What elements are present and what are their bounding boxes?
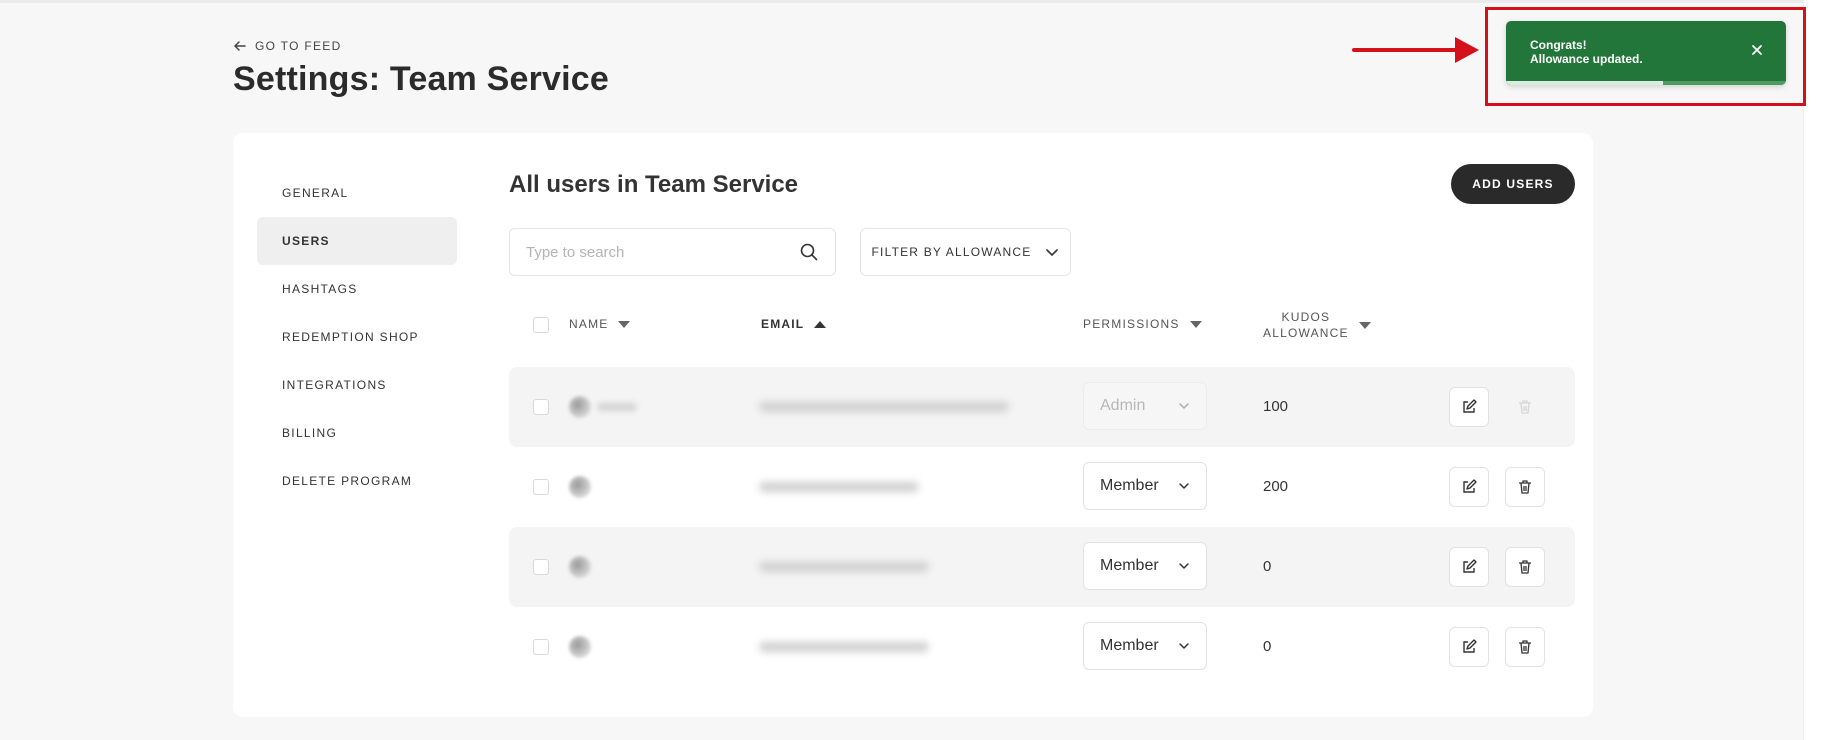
table-row: Member 200: [509, 447, 1575, 527]
edit-icon: [1463, 639, 1477, 653]
sidebar-item-integrations[interactable]: INTEGRATIONS: [257, 361, 457, 409]
column-permissions-label: PERMISSIONS: [1083, 317, 1180, 331]
sort-down-icon: [618, 320, 631, 328]
trash-icon: [1519, 560, 1531, 574]
column-kudos-label: KUDOS ALLOWANCE: [1263, 309, 1349, 341]
edit-button[interactable]: [1449, 467, 1489, 507]
row-checkbox[interactable]: [533, 399, 549, 415]
permission-value: Member: [1100, 557, 1159, 574]
avatar: [569, 636, 591, 658]
row-checkbox[interactable]: [533, 559, 549, 575]
edit-button[interactable]: [1449, 387, 1489, 427]
sidebar-item-delete-program[interactable]: DELETE PROGRAM: [257, 457, 457, 505]
permission-select[interactable]: Member: [1083, 622, 1207, 670]
column-header-kudos-allowance[interactable]: KUDOS ALLOWANCE: [1263, 309, 1371, 341]
chevron-down-icon: [1179, 563, 1189, 569]
permission-select[interactable]: Member: [1083, 542, 1207, 590]
edit-icon: [1463, 559, 1477, 573]
sidebar-item-hashtags[interactable]: HASHTAGS: [257, 265, 457, 313]
user-email-blurred: [759, 562, 929, 572]
sidebar-item-general[interactable]: GENERAL: [257, 169, 457, 217]
search-box[interactable]: [509, 228, 836, 276]
search-icon[interactable]: [799, 242, 819, 262]
filter-by-allowance-dropdown[interactable]: FILTER BY ALLOWANCE: [860, 228, 1071, 276]
go-to-feed-label: GO TO FEED: [255, 39, 342, 53]
chevron-down-icon: [1046, 249, 1059, 256]
table-row: Member 0: [509, 607, 1575, 687]
allowance-value: 0: [1263, 558, 1272, 575]
column-header-name[interactable]: NAME: [569, 317, 631, 331]
select-all-checkbox[interactable]: [533, 317, 549, 333]
kudos-line-2: ALLOWANCE: [1263, 326, 1349, 340]
delete-button[interactable]: [1505, 547, 1545, 587]
close-icon[interactable]: [1750, 43, 1764, 57]
permission-value: Admin: [1100, 397, 1146, 414]
table-row: Admin 100: [509, 367, 1575, 447]
user-email-blurred: [759, 642, 929, 652]
edit-icon: [1463, 479, 1477, 493]
delete-button[interactable]: [1505, 467, 1545, 507]
toast-progress-bar: [1506, 81, 1663, 85]
users-section-title: All users in Team Service: [509, 171, 799, 198]
column-header-email[interactable]: EMAIL: [761, 317, 827, 331]
sidebar-item-billing[interactable]: BILLING: [257, 409, 457, 457]
trash-icon: [1519, 480, 1531, 494]
trash-icon: [1519, 400, 1531, 414]
arrow-left-icon: [234, 41, 246, 51]
permission-value: Member: [1100, 477, 1159, 494]
search-input[interactable]: [526, 243, 799, 261]
sidebar-item-redemption-shop[interactable]: REDEMPTION SHOP: [257, 313, 457, 361]
row-checkbox[interactable]: [533, 479, 549, 495]
top-strip: [0, 0, 1843, 3]
settings-sidebar: GENERAL USERS HASHTAGS REDEMPTION SHOP I…: [257, 169, 457, 505]
user-name-blurred: [597, 403, 637, 411]
allowance-value: 0: [1263, 638, 1272, 655]
chevron-down-icon: [1179, 403, 1189, 409]
delete-button[interactable]: [1505, 627, 1545, 667]
permission-select[interactable]: Admin: [1083, 382, 1207, 430]
column-email-label: EMAIL: [761, 317, 805, 331]
permission-select[interactable]: Member: [1083, 462, 1207, 510]
page-title: Settings: Team Service: [233, 60, 610, 98]
allowance-value: 100: [1263, 398, 1289, 415]
user-email-blurred: [759, 482, 919, 492]
table-header: NAME EMAIL PERMISSIONS KUDOS ALLOWANCE: [509, 301, 1575, 349]
kudos-line-1: KUDOS: [1281, 310, 1331, 324]
row-checkbox[interactable]: [533, 639, 549, 655]
settings-card: GENERAL USERS HASHTAGS REDEMPTION SHOP I…: [233, 133, 1593, 717]
trash-icon: [1519, 640, 1531, 654]
column-header-permissions[interactable]: PERMISSIONS: [1083, 317, 1202, 331]
annotation-arrow-head: [1455, 37, 1479, 63]
sort-down-icon: [1189, 320, 1202, 328]
toast-title: Congrats!: [1530, 38, 1587, 52]
go-to-feed-link[interactable]: GO TO FEED: [233, 39, 342, 53]
avatar: [569, 476, 591, 498]
sort-up-icon: [814, 320, 827, 328]
column-name-label: NAME: [569, 317, 609, 331]
chevron-down-icon: [1179, 483, 1189, 489]
chevron-down-icon: [1179, 643, 1189, 649]
sort-down-icon: [1358, 321, 1371, 329]
permission-value: Member: [1100, 637, 1159, 654]
success-toast: Congrats! Allowance updated.: [1506, 21, 1786, 85]
add-users-button[interactable]: ADD USERS: [1451, 164, 1575, 204]
delete-button-disabled: [1505, 387, 1545, 427]
avatar: [569, 396, 591, 418]
sidebar-item-users[interactable]: USERS: [257, 217, 457, 265]
users-panel: All users in Team Service ADD USERS FILT…: [509, 133, 1575, 717]
avatar: [569, 556, 591, 578]
allowance-value: 200: [1263, 478, 1289, 495]
edit-button[interactable]: [1449, 547, 1489, 587]
user-email-blurred: [759, 402, 1009, 412]
annotation-arrow-shaft: [1352, 48, 1464, 52]
edit-icon: [1463, 399, 1477, 413]
page-scrollbar[interactable]: [1803, 0, 1843, 740]
edit-button[interactable]: [1449, 627, 1489, 667]
filter-label: FILTER BY ALLOWANCE: [871, 245, 1032, 259]
table-row: Member 0: [509, 527, 1575, 607]
toast-message: Allowance updated.: [1530, 52, 1643, 66]
